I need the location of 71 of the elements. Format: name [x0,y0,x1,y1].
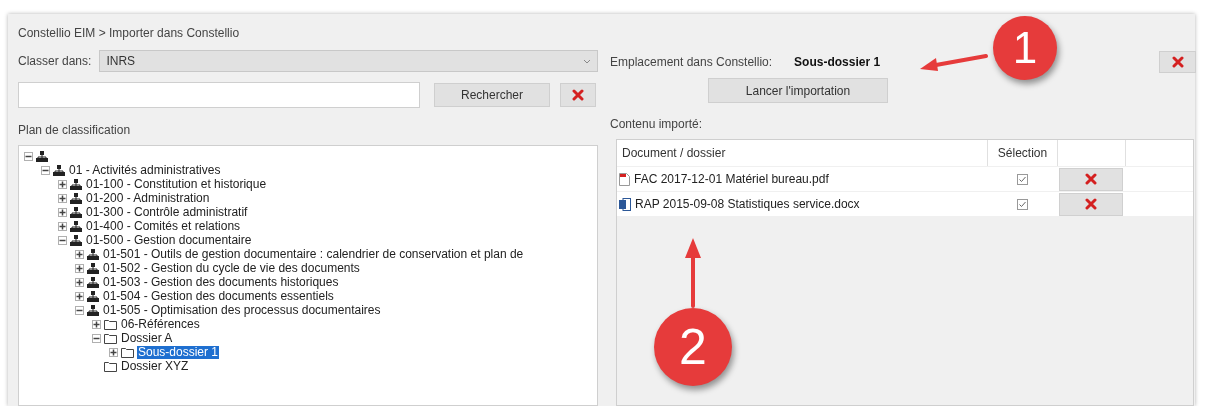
expand-icon[interactable] [75,263,84,273]
remove-button[interactable] [1059,192,1123,216]
classify-dropdown[interactable]: INRS [99,50,598,72]
close-icon [572,89,584,101]
remove-button[interactable] [1059,167,1123,191]
hierarchy-icon [70,178,82,190]
folder-icon [104,332,117,344]
tree-item[interactable]: 01-504 - Gestion des documents essentiels [102,289,335,303]
expand-icon[interactable] [58,179,67,189]
collapse-icon[interactable] [41,165,50,175]
collapse-icon[interactable] [58,235,67,245]
callout-arrow [684,236,702,308]
document-name: RAP 2015-09-08 Statistiques service.docx [635,196,860,213]
hierarchy-icon [87,262,99,274]
location-label: Emplacement dans Constellio: [610,54,773,71]
tree-item[interactable]: Dossier A [120,331,174,345]
close-icon [1171,56,1184,68]
tree-item[interactable]: 01-503 - Gestion des documents historiques [102,275,340,289]
expand-icon[interactable] [75,277,84,287]
tree-item[interactable]: 01-505 - Optimisation des processus documentaires [102,303,382,317]
import-button[interactable]: Lancer l'importation [708,78,888,103]
clear-location-button[interactable] [1159,51,1196,73]
tree-item[interactable]: 01-501 - Outils de gestion documentaire : calendrier de conservation et plan de [102,247,525,261]
hierarchy-icon [70,192,82,204]
expand-icon[interactable] [109,347,118,357]
search-field[interactable] [18,82,420,108]
column-header: Document / dossier [621,145,727,162]
tree-label: Plan de classification [18,122,132,139]
classify-label: Classer dans: [18,53,92,70]
location-value: Sous-dossier 1 [794,54,881,71]
tree-item[interactable]: Dossier XYZ [120,359,190,373]
hierarchy-icon [87,290,99,302]
expand-icon[interactable] [58,207,67,217]
close-icon [1085,173,1097,185]
folder-icon [104,360,117,372]
collapse-icon[interactable] [75,305,84,315]
hierarchy-icon [87,248,99,260]
breadcrumb: Constellio EIM > Importer dans Constellio [18,25,241,42]
tree-item[interactable]: 01-200 - Administration [85,191,211,205]
content-label: Contenu importé: [610,116,704,133]
folder-icon [121,346,134,358]
tree-item[interactable]: 01-300 - Contrôle administratif [85,205,249,219]
document-name: FAC 2017-12-01 Matériel bureau.pdf [634,171,829,188]
tree-item[interactable]: 01-400 - Comités et relations [85,219,242,233]
tree-item[interactable]: 01-500 - Gestion documentaire [85,233,253,247]
close-icon [1085,198,1097,210]
hierarchy-icon [87,276,99,288]
tree-item[interactable]: 01-100 - Constitution et historique [85,177,268,191]
search-button[interactable]: Rechercher [434,83,550,107]
expand-icon[interactable] [58,193,67,203]
hierarchy-icon [70,234,82,246]
clear-button[interactable] [560,83,596,107]
hierarchy-icon [70,220,82,232]
hierarchy-icon [87,304,99,316]
hierarchy-icon [53,164,65,176]
chevron-down-icon [583,58,591,64]
expand-icon[interactable] [75,291,84,301]
checkbox[interactable] [1016,173,1028,185]
expand-icon[interactable] [92,319,101,329]
expand-icon[interactable] [58,221,67,231]
hierarchy-icon [36,150,48,162]
folder-icon [104,318,117,330]
checkbox[interactable] [1016,198,1028,210]
hierarchy-icon [70,206,82,218]
tree-item[interactable]: Sous-dossier 1 [137,345,220,359]
tree-item[interactable]: 01-502 - Gestion du cycle de vie des documents [102,261,361,275]
expand-icon[interactable] [75,249,84,259]
tree-item[interactable]: 06-Références [120,317,201,331]
collapse-icon[interactable] [92,333,101,343]
tree-item[interactable]: 01 - Activités administratives [68,163,222,177]
collapse-icon[interactable] [24,151,33,161]
